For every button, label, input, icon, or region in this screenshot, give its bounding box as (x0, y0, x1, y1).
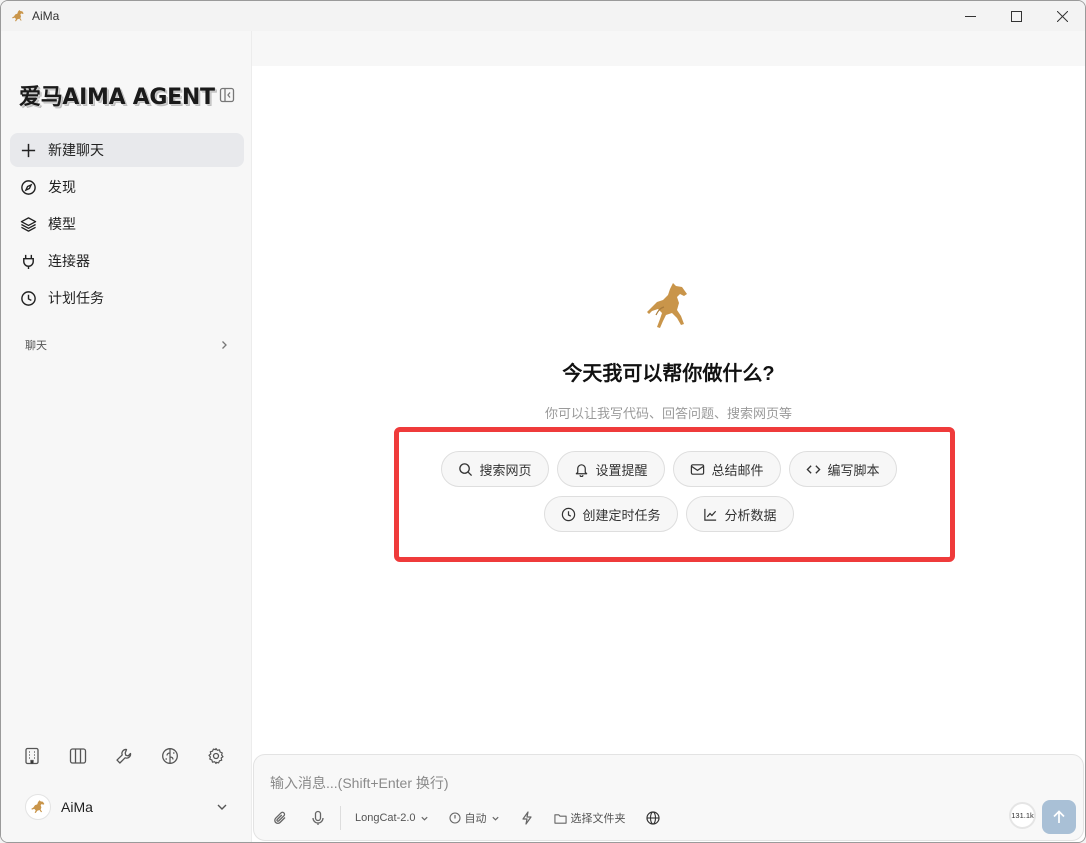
mail-icon (691, 463, 705, 475)
sidebar-item-label: 模型 (48, 216, 76, 232)
sidebar-item-label: 发现 (48, 179, 76, 195)
chip-label: 编写脚本 (827, 462, 880, 478)
toolbar-divider (340, 806, 341, 830)
globe-icon (645, 811, 660, 825)
horse-logo-icon (647, 283, 687, 328)
context-usage-value: 131.1k (1011, 811, 1034, 820)
model-name: LongCat-2.0 (355, 812, 416, 824)
sidebar-collapse-icon[interactable] (219, 87, 235, 103)
sidebar-item-label: 计划任务 (48, 290, 104, 306)
message-composer[interactable]: 输入消息...(Shift+Enter 换行) LongCat-2.0 自动 选… (253, 754, 1084, 841)
chevron-down-icon (217, 804, 227, 810)
suggestion-chip-set-reminder[interactable]: 设置提醒 (557, 451, 665, 487)
app-window: AiMa 爱马AIMA AGENT 新建聊天 发现 模型 连接器 计划任务 聊天… (0, 0, 1086, 843)
sidebar-nav: 新建聊天 发现 模型 连接器 计划任务 (10, 133, 244, 318)
settings-icon[interactable] (207, 747, 225, 765)
model-selector[interactable]: LongCat-2.0 (355, 812, 429, 824)
message-input[interactable]: 输入消息...(Shift+Enter 换行) (270, 773, 449, 793)
user-name: AiMa (61, 799, 93, 815)
main-content: 今天我可以帮你做什么? 你可以让我写代码、回答问题、搜索网页等 搜索网页 设置提… (252, 66, 1085, 842)
sidebar-item-models[interactable]: 模型 (10, 207, 244, 241)
sidebar-item-label: 新建聊天 (48, 142, 104, 158)
folder-icon (553, 813, 567, 824)
suggestion-chip-create-scheduled-task[interactable]: 创建定时任务 (544, 496, 678, 532)
lightning-button[interactable] (520, 811, 534, 825)
chevron-down-icon (420, 816, 428, 821)
search-icon (459, 462, 473, 476)
mode-icon (448, 812, 461, 824)
title-bar: AiMa (1, 1, 1085, 31)
horse-logo-icon (12, 10, 24, 22)
chart-icon (704, 508, 717, 521)
clock-icon (21, 290, 36, 306)
sidebar-item-scheduled-tasks[interactable]: 计划任务 (10, 281, 244, 315)
lightning-icon (521, 811, 532, 825)
minimize-button[interactable] (947, 1, 993, 31)
hero-title: 今天我可以帮你做什么? (562, 363, 775, 385)
select-folder-label: 选择文件夹 (570, 813, 626, 825)
plug-icon (23, 254, 34, 269)
wrench-icon[interactable] (115, 747, 133, 765)
plus-icon (21, 143, 36, 157)
code-icon (806, 464, 822, 474)
building-icon[interactable] (23, 747, 41, 765)
brain-icon[interactable] (161, 747, 179, 765)
suggestion-chip-write-script[interactable]: 编写脚本 (789, 451, 897, 487)
arrow-up-icon (1053, 810, 1065, 823)
sidebar-item-connectors[interactable]: 连接器 (10, 244, 244, 278)
sidebar: 爱马AIMA AGENT 新建聊天 发现 模型 连接器 计划任务 聊天 AiMa (1, 31, 252, 842)
send-button[interactable] (1042, 800, 1076, 834)
user-account-row[interactable]: AiMa (25, 793, 229, 821)
compass-icon (21, 179, 36, 195)
clock-icon (562, 507, 576, 521)
window-title: AiMa (32, 9, 60, 23)
brand-title: 爱马AIMA AGENT (19, 85, 215, 110)
composer-toolbar: LongCat-2.0 自动 选择文件夹 (272, 806, 680, 830)
context-usage-indicator: 131.1k (1009, 802, 1036, 829)
mode-label: 自动 (464, 813, 487, 825)
suggestions-highlight-box (394, 427, 955, 562)
maximize-button[interactable] (993, 1, 1039, 31)
columns-icon[interactable] (69, 747, 87, 765)
chats-section-label: 聊天 (25, 340, 47, 352)
sidebar-item-discover[interactable]: 发现 (10, 170, 244, 204)
paperclip-icon[interactable] (272, 810, 288, 826)
suggestion-chip-summarize-email[interactable]: 总结邮件 (673, 451, 781, 487)
select-folder-button[interactable]: 选择文件夹 (553, 810, 626, 826)
chip-label: 分析数据 (724, 507, 777, 523)
sidebar-item-new-chat[interactable]: 新建聊天 (10, 133, 244, 167)
bell-icon (576, 463, 588, 477)
chats-section-header[interactable]: 聊天 (25, 337, 229, 353)
close-button[interactable] (1039, 1, 1085, 31)
chevron-down-icon (491, 816, 499, 821)
avatar (25, 794, 51, 820)
microphone-icon[interactable] (310, 810, 326, 826)
chevron-right-icon (222, 341, 227, 349)
chip-label: 总结邮件 (711, 462, 764, 478)
suggestion-chip-search-web[interactable]: 搜索网页 (441, 451, 549, 487)
sidebar-bottom-toolbar (23, 747, 225, 765)
hero-subtitle: 你可以让我写代码、回答问题、搜索网页等 (544, 406, 792, 421)
suggestion-chip-analyze-data[interactable]: 分析数据 (686, 496, 794, 532)
sidebar-item-label: 连接器 (48, 253, 90, 269)
chip-label: 搜索网页 (479, 462, 532, 478)
mode-selector[interactable]: 自动 (448, 810, 500, 826)
layers-icon (20, 216, 37, 232)
horse-avatar-icon (31, 800, 45, 813)
chip-label: 创建定时任务 (582, 507, 661, 523)
chip-label: 设置提醒 (595, 462, 648, 478)
web-search-toggle[interactable] (645, 811, 660, 825)
